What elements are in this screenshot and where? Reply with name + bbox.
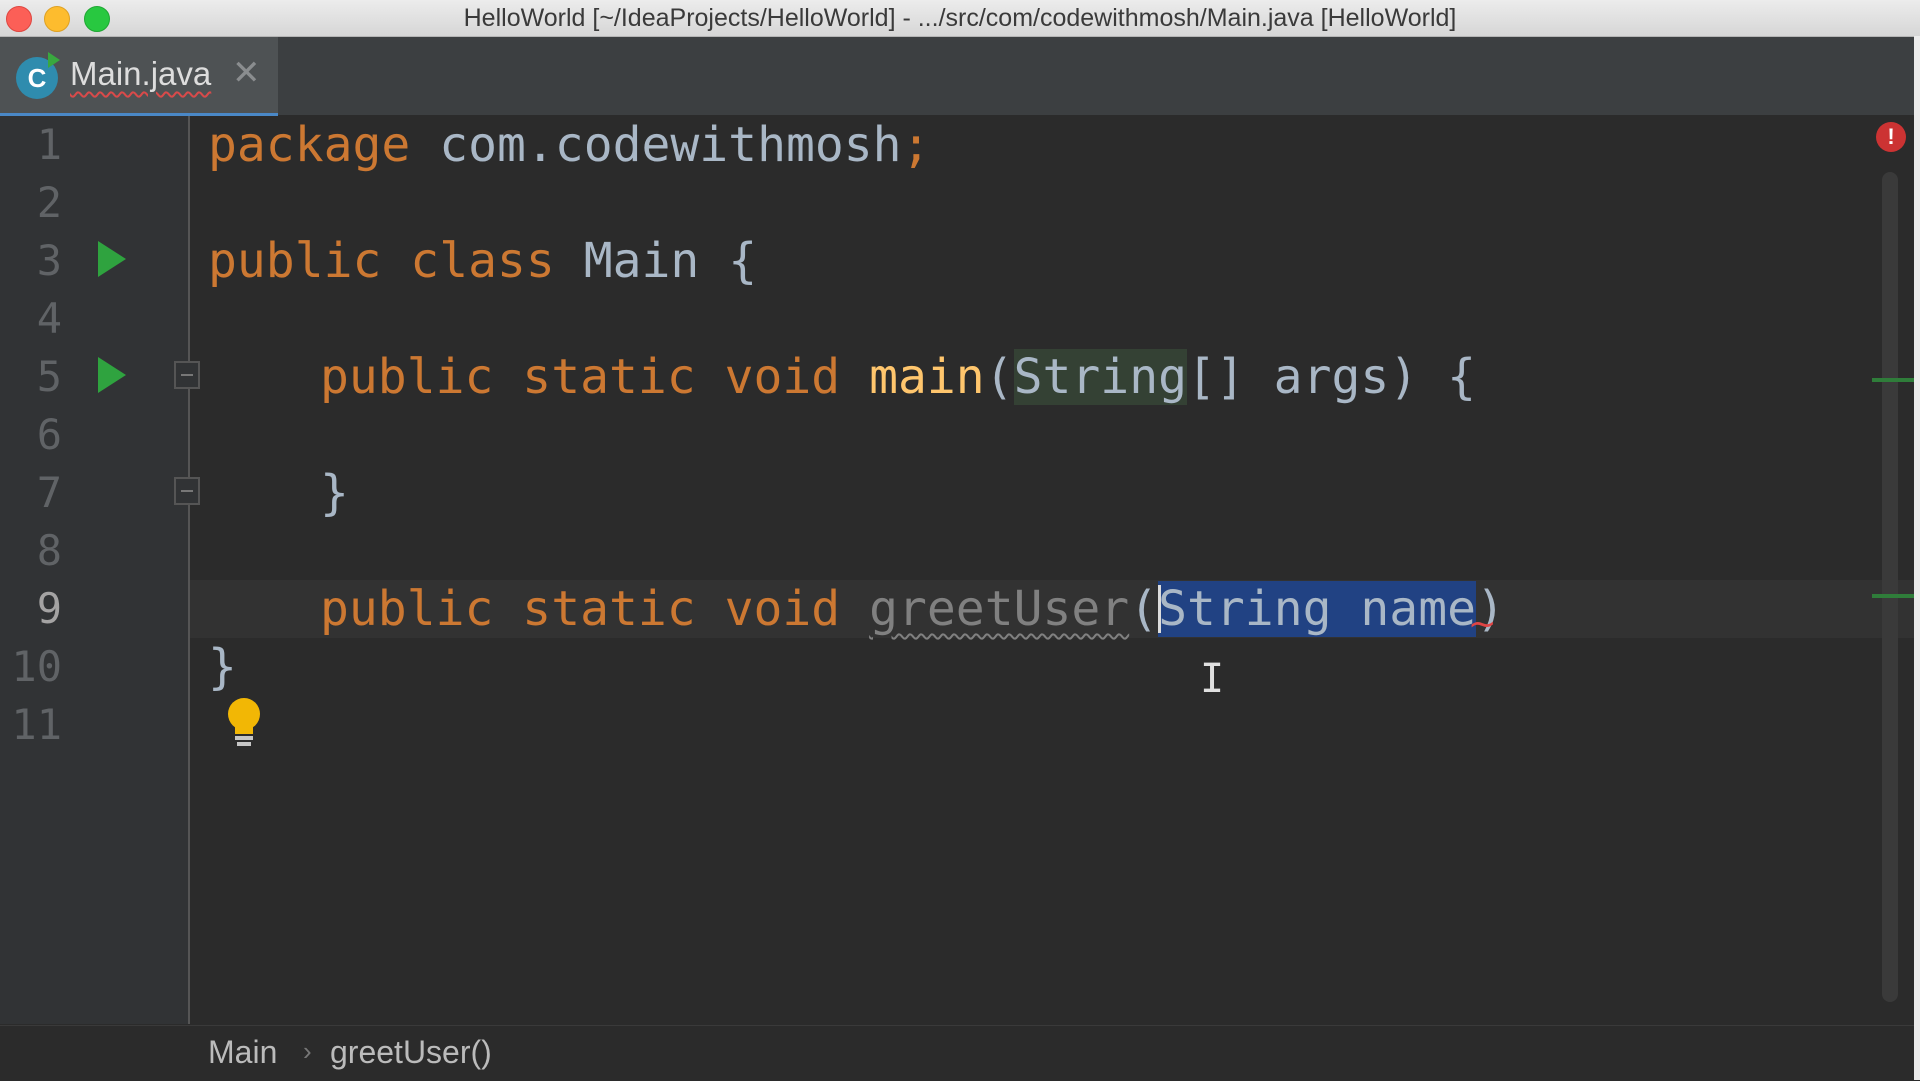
selected-text: tring name	[1187, 581, 1476, 637]
code-editor[interactable]: 1 2 3 4 5 6 7 8 9 10 11 package com.code…	[0, 116, 1914, 1024]
change-marker[interactable]	[1872, 378, 1914, 382]
line-number: 5	[36, 352, 62, 401]
window-edge	[1914, 36, 1920, 1080]
code-line-7: }	[320, 465, 349, 521]
line-number-active: 9	[36, 584, 62, 633]
window-title: HelloWorld [~/IdeaProjects/HelloWorld] -…	[463, 4, 1457, 32]
line-number: 10	[11, 642, 62, 691]
lightbulb-icon[interactable]	[226, 698, 262, 748]
line-number: 6	[36, 410, 62, 459]
code-line-10: }	[208, 639, 237, 695]
line-number: 2	[36, 178, 62, 227]
breadcrumb-item-main[interactable]: Main	[208, 1034, 277, 1071]
gutter[interactable]: 1 2 3 4 5 6 7 8 9 10 11	[0, 116, 190, 1024]
line-number: 11	[11, 700, 62, 749]
line-number: 7	[36, 468, 62, 517]
run-main-icon[interactable]	[98, 357, 126, 393]
tab-label: Main.java	[70, 55, 212, 92]
text-caret	[1158, 585, 1162, 633]
close-tab-icon[interactable]: ✕	[232, 53, 261, 93]
selected-text: S	[1158, 581, 1187, 637]
run-class-icon[interactable]	[98, 241, 126, 277]
runnable-badge-icon	[48, 52, 60, 68]
change-marker[interactable]	[1872, 594, 1914, 598]
code-line-3: public class Main {	[208, 233, 758, 289]
line-number: 1	[36, 120, 62, 169]
text-cursor-icon: I	[1200, 656, 1225, 702]
error-indicator-icon[interactable]: !	[1876, 122, 1906, 152]
line-number: 3	[36, 236, 62, 285]
code-line-9: public static void greetUser(String name…	[320, 581, 1505, 637]
breadcrumb: Main › greetUser()	[0, 1025, 1914, 1081]
line-number: 4	[36, 294, 62, 343]
error-squiggle: ~	[1468, 604, 1497, 644]
title-bar: HelloWorld [~/IdeaProjects/HelloWorld] -…	[0, 0, 1920, 37]
editor-tab-bar: C Main.java ✕	[0, 37, 1914, 119]
breadcrumb-item-greetuser[interactable]: greetUser()	[330, 1034, 492, 1071]
fold-collapse-icon[interactable]	[174, 361, 200, 389]
vertical-scrollbar[interactable]	[1882, 172, 1898, 1002]
tab-main-java[interactable]: C Main.java ✕	[0, 37, 278, 119]
code-line-1: package com.codewithmosh;	[208, 117, 931, 173]
breadcrumb-separator-icon: ›	[303, 1036, 312, 1066]
line-number: 8	[36, 526, 62, 575]
unused-method-name: greetUser	[869, 581, 1130, 637]
fold-end-icon[interactable]	[174, 477, 200, 505]
code-line-5: public static void main(String[] args) {	[320, 349, 1476, 405]
